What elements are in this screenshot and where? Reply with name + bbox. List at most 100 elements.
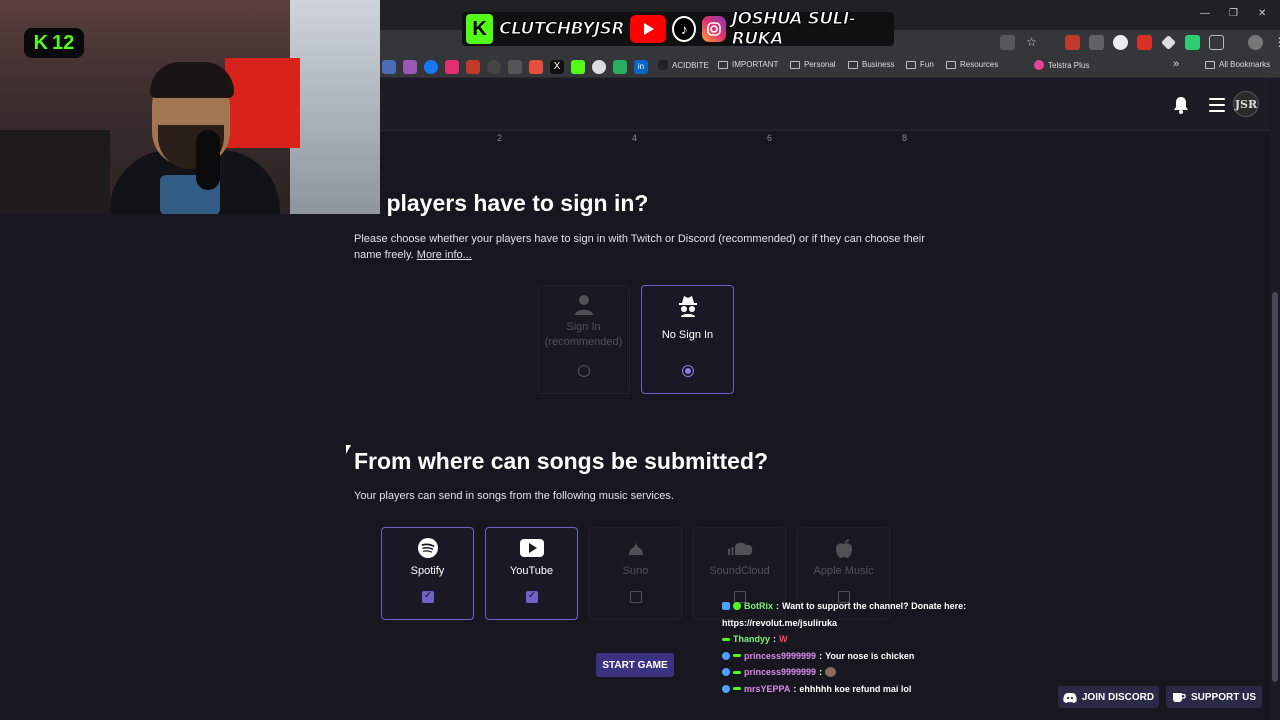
- close-icon[interactable]: ✕: [1258, 8, 1266, 19]
- service-label: Apple Music: [813, 565, 874, 577]
- bookmark-all-bookmarks[interactable]: All Bookmarks: [1205, 60, 1270, 69]
- radio-no-sign-in[interactable]: [682, 365, 694, 377]
- star-icon[interactable]: ☆: [1024, 35, 1039, 50]
- bookmark-icon[interactable]: [382, 60, 396, 74]
- x-icon[interactable]: X: [550, 60, 564, 74]
- kick-level-badge: K 12: [24, 28, 84, 58]
- bookmark-label: Resources: [960, 60, 999, 69]
- service-suno[interactable]: Suno: [589, 527, 682, 620]
- chat-message: princess9999999 :: [722, 664, 972, 681]
- youtube-icon: [519, 539, 544, 557]
- bookmark-icon[interactable]: [487, 60, 501, 74]
- bookmark-icon[interactable]: [529, 60, 543, 74]
- bookmark-folder-fun[interactable]: Fun: [906, 60, 934, 69]
- more-info-link[interactable]: More info...: [417, 249, 472, 261]
- bell-icon[interactable]: [1173, 96, 1189, 114]
- chat-badge-icon: [722, 684, 730, 693]
- start-game-button[interactable]: START GAME: [596, 653, 674, 677]
- folder-icon: [790, 60, 800, 69]
- chat-username: princess9999999: [744, 650, 817, 661]
- bookmark-icon[interactable]: [613, 60, 627, 74]
- cast-icon[interactable]: [1000, 35, 1015, 50]
- vpn-icon[interactable]: [1113, 35, 1128, 50]
- chat-badge-icon: [722, 651, 730, 660]
- avatar[interactable]: JSR: [1233, 91, 1259, 117]
- bookmark-folder-personal[interactable]: Personal: [790, 60, 836, 69]
- webcam-red-light: [225, 58, 300, 148]
- coffee-cup-icon: [1172, 692, 1186, 702]
- radio-sign-in[interactable]: [578, 365, 590, 377]
- bookmark-label: Personal: [804, 60, 836, 69]
- hamburger-menu-icon[interactable]: [1209, 98, 1225, 112]
- adblock-icon[interactable]: [1065, 35, 1080, 50]
- join-discord-button[interactable]: JOIN DISCORD: [1058, 686, 1159, 708]
- option-label: Sign In (recommended): [544, 321, 623, 348]
- chat-message: Thandyy : W: [722, 631, 972, 648]
- chat-text: Your nose is chicken: [825, 650, 915, 661]
- bookmark-icon[interactable]: [508, 60, 522, 74]
- kick-icon[interactable]: [571, 60, 585, 74]
- checkbox-suno[interactable]: [630, 591, 642, 603]
- overlay-brand-left: CLUTCHBYJSR: [499, 19, 625, 40]
- bookmark-icon[interactable]: [466, 60, 480, 74]
- webcam-window-light: [290, 0, 380, 214]
- d-extension-icon[interactable]: [1185, 35, 1200, 50]
- stream-overlay-banner: K CLUTCHBYJSR ♪ JOSHUA SULI-RUKA: [462, 9, 894, 50]
- bookmark-telstra[interactable]: Telstra Plus: [1034, 60, 1089, 70]
- slider-tick-label: 6: [767, 133, 773, 143]
- service-youtube[interactable]: YouTube: [485, 527, 578, 620]
- menu-dots-icon[interactable]: ⋮: [1272, 35, 1280, 50]
- pdf-icon[interactable]: [1137, 35, 1152, 50]
- slider-tick-label: 8: [902, 133, 908, 143]
- checkbox-youtube[interactable]: [526, 590, 538, 603]
- service-spotify[interactable]: Spotify: [381, 527, 474, 620]
- folder-icon: [718, 60, 728, 69]
- chat-message: princess9999999 : Your nose is chicken: [722, 648, 972, 665]
- folder-icon: [906, 60, 916, 69]
- instagram-icon[interactable]: [445, 60, 459, 74]
- bookmark-icon[interactable]: [592, 60, 606, 74]
- diamond-icon[interactable]: [1161, 35, 1176, 50]
- chat-badge-icon: [733, 687, 741, 691]
- extension-icon[interactable]: [1089, 35, 1104, 50]
- incognito-icon: [678, 296, 697, 317]
- tiktok-logo-icon: ♪: [672, 16, 697, 42]
- suno-icon: [628, 541, 643, 555]
- sign-in-option-recommended[interactable]: Sign In (recommended): [537, 285, 630, 394]
- chat-separator: :: [819, 650, 823, 661]
- scrollbar-thumb[interactable]: [1272, 292, 1278, 682]
- chat-text: W: [779, 634, 788, 644]
- acidbite-icon: [658, 60, 668, 70]
- chat-message: mrsYEPPA : ehhhhh koe refund mai lol: [722, 681, 972, 698]
- bookmark-label: Telstra Plus: [1048, 60, 1090, 70]
- bookmark-folder-business[interactable]: Business: [848, 60, 894, 69]
- chat-badge-icon: [722, 602, 730, 611]
- support-us-button[interactable]: SUPPORT US: [1166, 686, 1262, 708]
- chat-badge-icon: [733, 602, 741, 611]
- sign-in-option-no-sign-in[interactable]: No Sign In: [641, 285, 734, 394]
- minimize-icon[interactable]: —: [1200, 8, 1210, 19]
- bookmark-folder-resources[interactable]: Resources: [946, 60, 998, 69]
- soundcloud-icon: [727, 542, 752, 555]
- chat-badge-icon: [722, 637, 730, 641]
- bookmark-acidbite[interactable]: ACIDBITE: [658, 60, 709, 70]
- linkedin-icon[interactable]: in: [634, 60, 648, 74]
- bookmarks-overflow-icon[interactable]: »: [1173, 58, 1179, 70]
- screen: — ❐ ✕ ☆ ⋮ X in ACIDBITE IMPORTANT Person…: [0, 0, 1280, 720]
- webcam-feed: K 12: [0, 0, 380, 214]
- puzzle-icon[interactable]: [1209, 35, 1224, 50]
- restore-icon[interactable]: ❐: [1229, 8, 1238, 19]
- bookmark-label: ACIDBITE: [672, 60, 709, 70]
- bookmark-folder-important[interactable]: IMPORTANT: [718, 60, 778, 69]
- chat-badge-icon: [733, 670, 741, 674]
- kick-badge-number: 12: [52, 31, 75, 54]
- facebook-icon[interactable]: [424, 60, 438, 74]
- youtube-logo-icon: [630, 15, 667, 43]
- chat-text: Want to support the channel? Donate here…: [782, 601, 967, 611]
- overlay-brand-right: JOSHUA SULI-RUKA: [731, 9, 856, 50]
- kick-logo-icon: K: [466, 14, 494, 44]
- chat-badge-icon: [733, 654, 741, 658]
- bookmark-icon[interactable]: [403, 60, 417, 74]
- checkbox-spotify[interactable]: [422, 590, 434, 603]
- profile-icon[interactable]: [1248, 35, 1263, 50]
